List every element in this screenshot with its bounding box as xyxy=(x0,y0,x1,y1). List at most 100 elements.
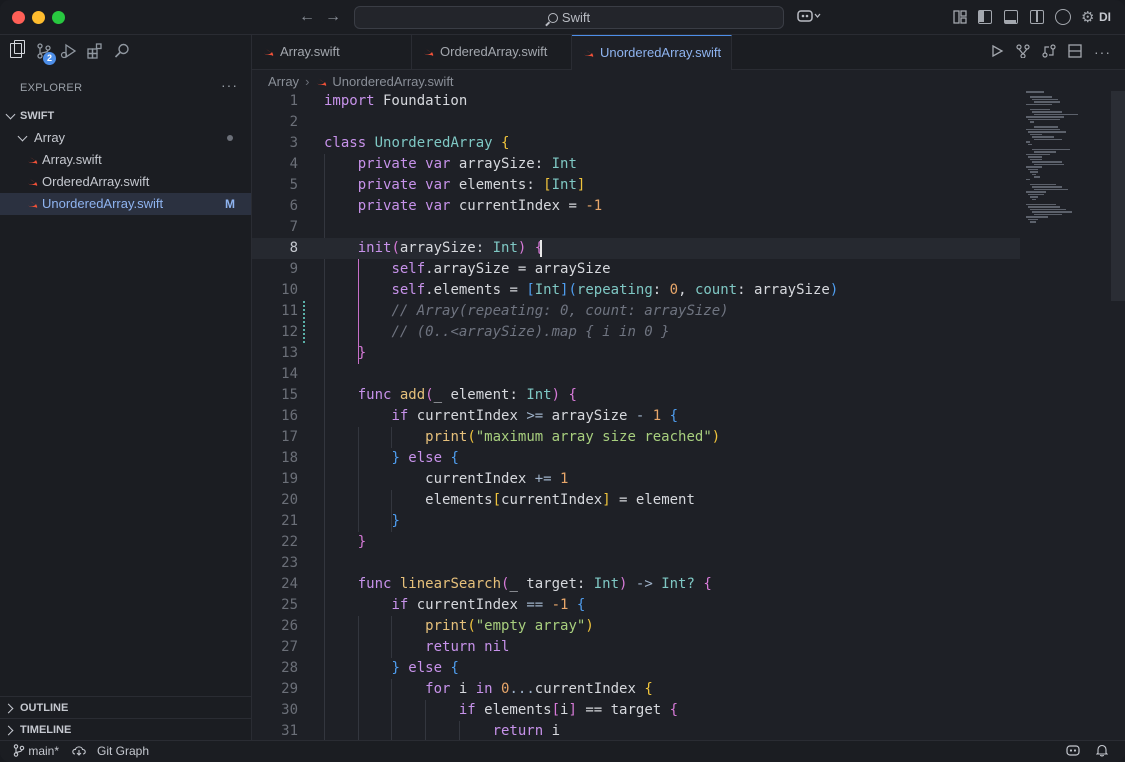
tab-label: OrderedArray.swift xyxy=(440,44,548,59)
code-line: 23 xyxy=(281,555,298,571)
timeline-section[interactable]: TIMELINE xyxy=(0,718,251,740)
zoom-window-button[interactable] xyxy=(52,11,65,24)
git-branch-icon xyxy=(13,744,25,757)
activity-bar: 2 xyxy=(0,35,252,70)
code-line: 7 xyxy=(289,219,298,235)
file-row-unorderedarray-swift[interactable]: UnorderedArray.swift M xyxy=(0,193,251,215)
folder-row-array[interactable]: Array xyxy=(0,127,251,149)
primary-sidebar: 2 EXPLORER ··· SWIFT Array Array.swift O… xyxy=(0,35,252,740)
code-line: 11 // Array(repeating: 0, count: arraySi… xyxy=(281,303,729,319)
code-line: 14 xyxy=(281,366,298,382)
search-icon xyxy=(547,13,558,23)
minimap-line xyxy=(1028,193,1044,195)
chevron-right-icon xyxy=(3,725,14,736)
breadcrumb-file[interactable]: UnorderedArray.swift xyxy=(332,74,453,89)
minimap-line xyxy=(1034,151,1056,153)
command-center-search[interactable]: Swift xyxy=(354,6,784,29)
minimap-line xyxy=(1028,143,1032,145)
breadcrumb-separator-icon: › xyxy=(305,74,310,89)
close-window-button[interactable] xyxy=(12,11,25,24)
copilot-status-icon[interactable] xyxy=(1066,741,1081,762)
minimap-line xyxy=(1034,163,1064,165)
sync-icon[interactable] xyxy=(72,741,86,762)
forward-arrow-icon[interactable]: → xyxy=(323,8,343,26)
minimap-line xyxy=(1030,171,1038,173)
root-folder-row[interactable]: SWIFT xyxy=(0,105,251,127)
swift-bird-icon xyxy=(27,156,38,164)
swift-bird-icon xyxy=(316,78,327,86)
current-code-line: 8 init(arraySize: Int) { xyxy=(252,238,1020,259)
account-icon[interactable] xyxy=(1055,9,1071,25)
code-line: 21 } xyxy=(281,513,400,529)
swift-bird-icon xyxy=(263,48,274,56)
editor-tabs: Array.swift OrderedArray.swift Unordered… xyxy=(252,35,1125,70)
minimap-line xyxy=(1034,188,1068,190)
minimap-line xyxy=(1030,133,1042,135)
text-cursor xyxy=(540,240,542,257)
minimize-window-button[interactable] xyxy=(32,11,45,24)
file-row-array-swift[interactable]: Array.swift xyxy=(0,149,251,171)
code-line: 1 import Foundation xyxy=(289,93,468,109)
outline-section[interactable]: OUTLINE xyxy=(0,696,251,718)
toggle-primary-sidebar-icon[interactable] xyxy=(978,10,992,24)
tab-label: Array.swift xyxy=(280,44,340,59)
breadcrumb: Array › UnorderedArray.swift xyxy=(268,73,454,91)
run-file-icon[interactable] xyxy=(990,44,1004,61)
back-arrow-icon[interactable]: ← xyxy=(297,8,317,26)
code-editor[interactable]: 1 import Foundation 2 3 class UnorderedArr… xyxy=(252,91,1125,740)
minimap[interactable] xyxy=(1020,91,1110,231)
minimap-line xyxy=(1028,156,1042,158)
root-folder-label: SWIFT xyxy=(20,110,55,122)
code-line: 6 private var currentIndex = -1 xyxy=(289,198,603,214)
tab-orderedarray-swift[interactable]: OrderedArray.swift xyxy=(412,35,572,70)
explorer-files-icon[interactable] xyxy=(10,40,25,58)
minimap-line xyxy=(1030,121,1034,123)
minimap-line xyxy=(1030,196,1038,198)
editor-scrollbar[interactable] xyxy=(1111,91,1125,301)
extensions-icon[interactable] xyxy=(87,43,103,64)
git-graph-button[interactable]: Git Graph xyxy=(97,741,149,762)
notifications-bell-icon[interactable] xyxy=(1095,741,1109,762)
status-bar: main* Git Graph xyxy=(0,740,1125,762)
code-line: 25 if currentIndex == -1 { xyxy=(281,597,586,613)
search-icon[interactable] xyxy=(114,43,130,64)
toggle-panel-icon[interactable] xyxy=(1004,10,1018,24)
explorer-title: EXPLORER xyxy=(20,82,83,94)
minimap-line xyxy=(1030,108,1050,110)
minimap-line xyxy=(1026,91,1044,93)
tab-unorderedarray-swift[interactable]: UnorderedArray.swift xyxy=(572,35,732,70)
code-line: 22 } xyxy=(281,534,367,550)
code-line: 3 class UnorderedArray { xyxy=(289,135,510,151)
run-debug-icon[interactable] xyxy=(60,43,78,64)
code-line: 13 } xyxy=(281,345,367,361)
compare-changes-icon[interactable] xyxy=(1042,44,1056,61)
code-line: 30 if elements[i] == target { xyxy=(281,702,679,718)
chevron-down-icon xyxy=(5,109,16,120)
minimap-line xyxy=(1026,216,1048,218)
minimap-line xyxy=(1026,116,1064,118)
minimap-line xyxy=(1032,161,1062,163)
minimap-line xyxy=(1032,211,1072,213)
minimap-line xyxy=(1026,153,1050,155)
user-initials[interactable]: DI xyxy=(1099,10,1111,24)
tab-array-swift[interactable]: Array.swift xyxy=(252,35,412,70)
code-line: 9 self.arraySize = arraySize xyxy=(289,261,611,277)
git-graph-icon[interactable] xyxy=(1016,44,1030,61)
breadcrumb-folder[interactable]: Array xyxy=(268,74,299,89)
more-actions-icon[interactable]: ··· xyxy=(1094,44,1111,60)
code-line: 12 // (0..<arraySize).map { i in 0 } xyxy=(281,324,670,340)
file-row-orderedarray-swift[interactable]: OrderedArray.swift xyxy=(0,171,251,193)
minimap-line xyxy=(1034,213,1062,215)
more-actions-button[interactable]: ··· xyxy=(221,77,238,93)
split-editor-icon[interactable] xyxy=(1068,44,1082,61)
minimap-line xyxy=(1030,96,1052,98)
gear-icon[interactable]: ⚙ xyxy=(1081,8,1094,26)
outline-label: OUTLINE xyxy=(20,702,69,714)
customize-layout-icon[interactable] xyxy=(953,10,967,24)
minimap-line xyxy=(1026,178,1030,180)
code-line: 16 if currentIndex >= arraySize - 1 { xyxy=(281,408,679,424)
toggle-secondary-sidebar-icon[interactable] xyxy=(1030,10,1044,24)
copilot-icon[interactable] xyxy=(797,9,821,26)
branch-status[interactable]: main* xyxy=(13,741,59,762)
copilot-glyph-icon xyxy=(797,10,821,22)
